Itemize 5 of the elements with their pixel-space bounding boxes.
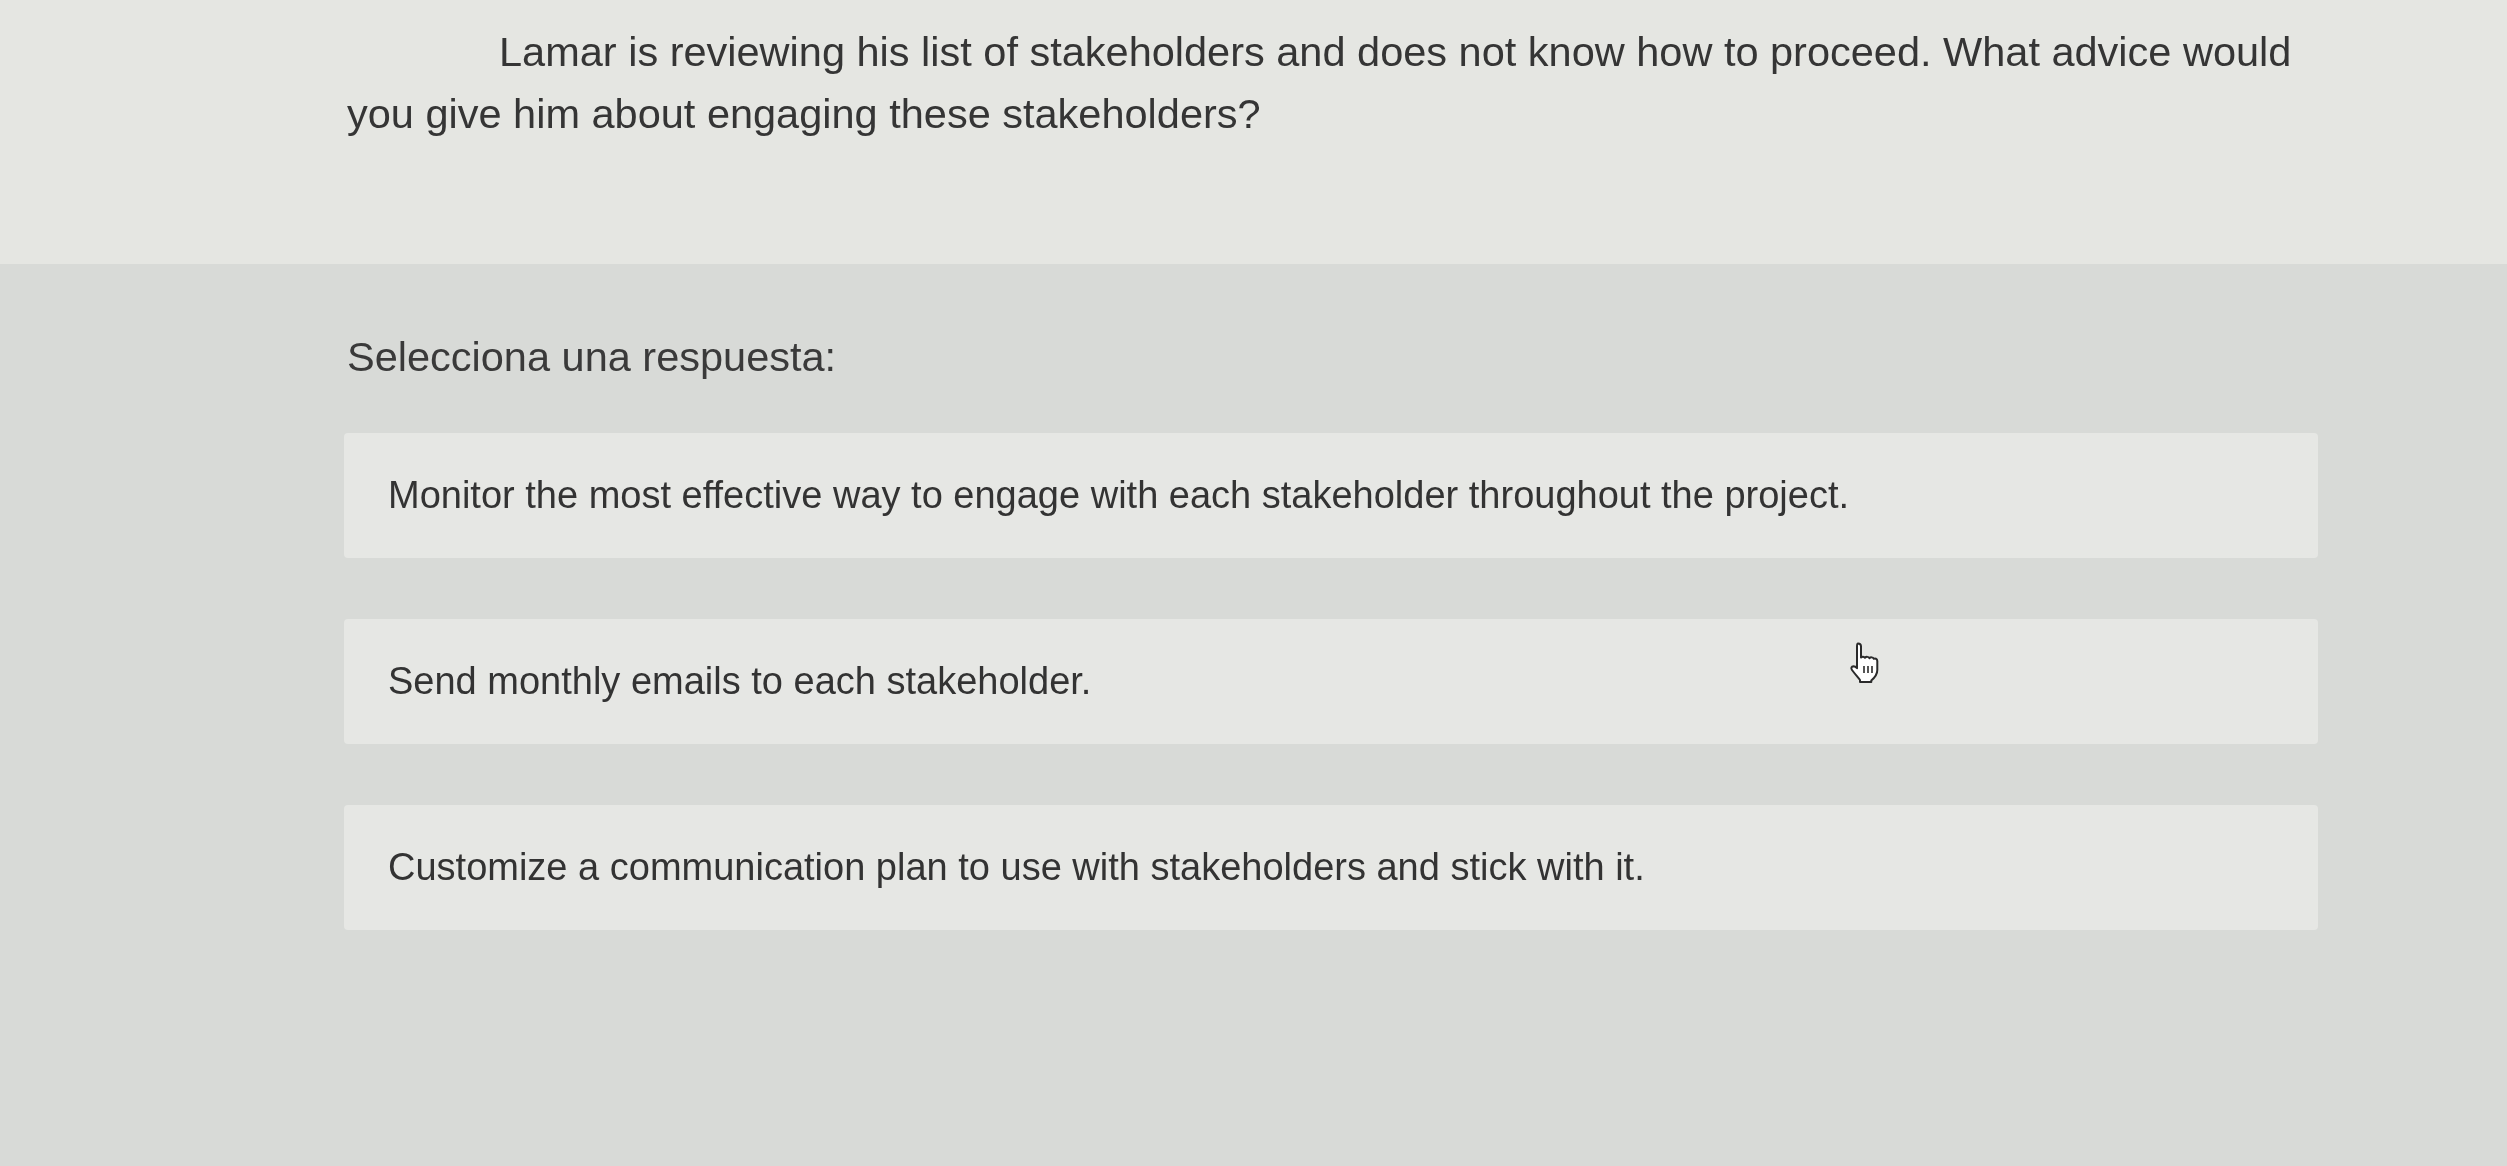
answer-option[interactable]: Customize a communication plan to use with stakeholders and stick with it. <box>344 805 2318 930</box>
question-text: Lamar is reviewing his list of stakeholders and does not know how to proceed. What advice would you give him about engaging these stakeholders? <box>347 27 2293 139</box>
answer-option[interactable]: Send monthly emails to each stakeholder. <box>344 619 2318 744</box>
prompt-label: Selecciona una respuesta: <box>346 332 837 382</box>
answer-option[interactable]: Monitor the most effective way to engage with each stakeholder throughout the project. <box>344 433 2318 558</box>
